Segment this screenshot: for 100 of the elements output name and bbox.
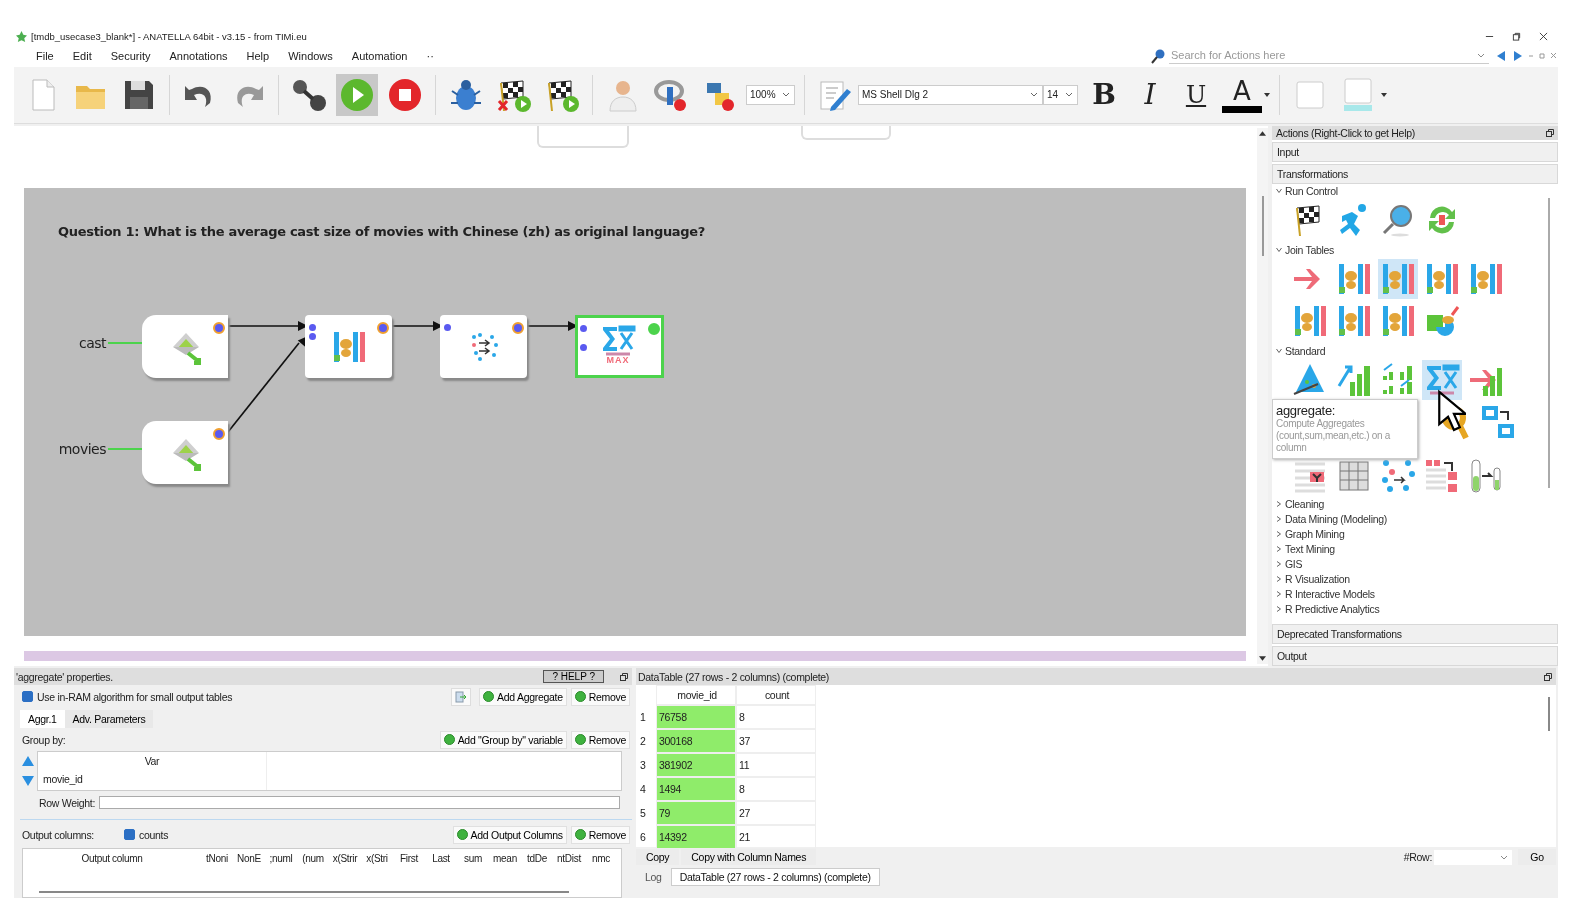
table-cell[interactable]: movie_id <box>38 767 266 785</box>
section-label: Group by: <box>22 733 66 746</box>
tree-group[interactable]: Cleaning <box>1276 496 1558 512</box>
chevron-icon[interactable] <box>1276 247 1282 254</box>
add-remove-button[interactable]: Remove <box>570 825 630 844</box>
add-remove-button[interactable]: Remove <box>570 687 630 706</box>
go-button[interactable]: Go <box>1518 849 1556 865</box>
tree-group[interactable]: Standard <box>1276 343 1558 359</box>
menu-item[interactable]: Edit <box>72 49 92 62</box>
underline-button[interactable]: U <box>1176 74 1216 115</box>
chevron-icon[interactable] <box>1276 591 1282 598</box>
tree-group[interactable]: R Visualization <box>1276 571 1558 587</box>
chevron-icon[interactable] <box>1276 606 1282 613</box>
help-button[interactable]: ? HELP ? <box>543 670 604 683</box>
tab[interactable]: Log <box>636 868 671 886</box>
caret-icon[interactable] <box>1065 92 1073 98</box>
menu-item[interactable]: File <box>36 49 54 62</box>
scroll-down-icon[interactable] <box>1259 656 1266 661</box>
copy-button[interactable]: Copy with Column Names <box>681 849 817 865</box>
left-arrow-icon[interactable] <box>1496 49 1506 62</box>
add-remove-button[interactable]: Add Aggregate <box>479 687 567 706</box>
chevron-icon[interactable] <box>1276 561 1282 568</box>
italic-button[interactable]: I <box>1130 74 1170 115</box>
chevron-icon[interactable] <box>1276 516 1282 523</box>
bold-button[interactable]: B <box>1084 74 1124 115</box>
close-icon[interactable] <box>1539 31 1548 41</box>
output-port[interactable] <box>377 321 389 334</box>
float-icon[interactable] <box>620 672 628 681</box>
section-header[interactable]: Transformations <box>1272 163 1558 184</box>
section-header[interactable]: Input <box>1272 141 1558 162</box>
scrollbar[interactable] <box>1548 697 1550 731</box>
menu-item[interactable]: Automation <box>351 49 408 62</box>
move-up-icon[interactable] <box>22 756 34 766</box>
output-port[interactable] <box>213 321 225 334</box>
search-field[interactable]: Search for Actions here <box>1169 48 1473 63</box>
font-size-dropdown[interactable]: 14 <box>1043 84 1078 105</box>
add-remove-button[interactable]: Add "Group by" variable <box>439 730 567 749</box>
chevron-icon[interactable] <box>1276 546 1282 553</box>
tree-group[interactable]: R Predictive Analytics <box>1276 601 1558 617</box>
caret-icon[interactable] <box>782 92 790 98</box>
checkbox[interactable] <box>22 691 33 702</box>
scrollbar[interactable] <box>1257 127 1268 664</box>
chevron-icon[interactable] <box>1276 531 1282 538</box>
section-header[interactable]: Deprecated Transformations <box>1272 624 1558 644</box>
menu-item[interactable]: Help <box>246 49 270 62</box>
action-button[interactable] <box>1422 359 1462 400</box>
caret-icon[interactable] <box>1264 92 1270 97</box>
column-header: ntDist <box>556 853 582 864</box>
chevron-icon[interactable] <box>1276 501 1282 508</box>
move-down-icon[interactable] <box>22 776 34 786</box>
restore-icon[interactable] <box>1512 31 1521 41</box>
table-cell: 381902 <box>656 753 736 777</box>
tab[interactable]: DataTable (27 rows - 2 columns) (complete) <box>670 868 880 886</box>
chevron-icon[interactable] <box>1276 188 1282 195</box>
caret-icon[interactable] <box>1030 92 1038 98</box>
input-port[interactable] <box>580 343 587 351</box>
menu-item[interactable]: Annotations <box>169 49 228 62</box>
section-header[interactable]: Output <box>1272 646 1558 666</box>
read-node[interactable] <box>142 420 228 484</box>
menu-item[interactable]: Security <box>110 49 151 62</box>
tree-group[interactable]: Graph Mining <box>1276 526 1558 542</box>
join-node[interactable] <box>305 314 392 378</box>
tab[interactable]: Aggr.1 <box>20 710 65 728</box>
column-header[interactable]: count <box>736 685 816 705</box>
column-header: tdDe <box>526 853 548 864</box>
tree-group[interactable]: R Interactive Models <box>1276 586 1558 602</box>
tree-group[interactable]: Run Control <box>1276 183 1558 199</box>
window-controls-icon[interactable] <box>1528 51 1558 60</box>
caret-icon[interactable] <box>1381 92 1387 97</box>
input-port[interactable] <box>580 324 587 332</box>
scrollbar[interactable] <box>39 891 569 893</box>
tree-group[interactable]: GIS <box>1276 556 1558 572</box>
export-button[interactable] <box>451 687 472 706</box>
tab[interactable]: Adv. Parameters <box>64 710 154 728</box>
scroll-up-icon[interactable] <box>1259 130 1266 136</box>
float-icon[interactable] <box>1546 128 1554 137</box>
right-arrow-icon[interactable] <box>1513 49 1523 62</box>
tree-group[interactable]: Data Mining (Modeling) <box>1276 511 1558 527</box>
chevron-icon[interactable] <box>1276 576 1282 583</box>
checkbox[interactable] <box>123 829 135 840</box>
scrollbar[interactable] <box>1548 197 1550 488</box>
copy-button[interactable]: Copy <box>636 849 680 865</box>
output-port[interactable] <box>213 427 225 440</box>
add-remove-button[interactable]: Remove <box>570 730 630 749</box>
tree-group[interactable]: Text Mining <box>1276 541 1558 557</box>
read-node[interactable] <box>142 314 228 378</box>
tree-group[interactable]: Join Tables <box>1276 242 1558 258</box>
color-button[interactable]: A <box>1222 76 1262 113</box>
column-header[interactable]: movie_id <box>656 685 736 705</box>
menu-item[interactable]: Windows <box>288 49 333 62</box>
menu-item[interactable]: ·· <box>426 49 434 62</box>
input-port[interactable] <box>444 323 451 331</box>
output-port[interactable] <box>512 321 524 334</box>
shuffle-node[interactable] <box>440 314 527 378</box>
input-field[interactable] <box>99 796 620 809</box>
chevron-icon[interactable] <box>1276 348 1282 355</box>
add-remove-button[interactable]: Add Output Columns <box>452 825 567 844</box>
font-dropdown[interactable]: MS Shell Dlg 2 <box>858 84 1043 105</box>
zoom-dropdown[interactable]: 100% <box>746 84 795 105</box>
float-icon[interactable] <box>1544 672 1552 681</box>
